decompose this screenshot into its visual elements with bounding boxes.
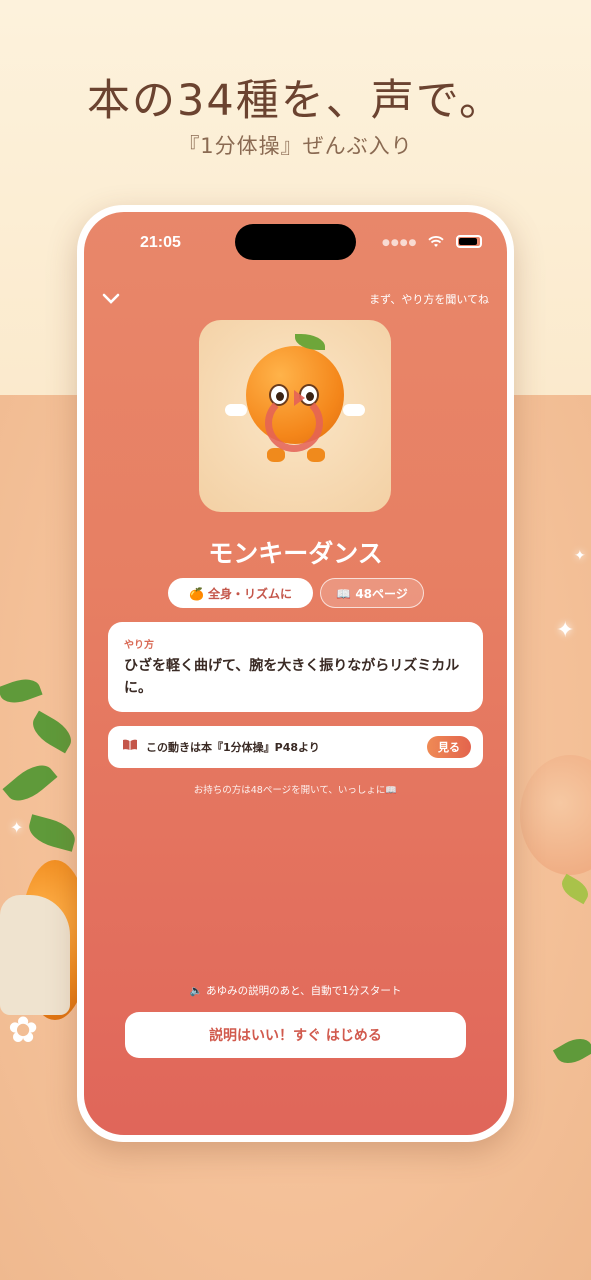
chevron-down-icon[interactable] [102,286,120,311]
howto-card: やり方 ひざを軽く曲げて、腕を大きく振りながらリズミカルに。 [108,622,483,712]
cloth-decoration [0,895,70,1015]
owner-hint: お持ちの方は48ページを開いて、いっしょに📖 [193,785,398,796]
book-reference-card: この動きは本『1分体操』P48より 見る [108,726,483,768]
listen-hint: まず、やり方を聞いてね [369,293,489,306]
exercise-title: モンキーダンス [208,539,383,568]
tag-page: 📖 48ページ [320,578,424,608]
replay-icon[interactable] [265,390,323,452]
app-screen: 21:05 ●●●● まず、やり方を聞いてね モンキーダンス 🍊 全身・リズムに… [84,212,507,1135]
character-arm [343,404,365,416]
book-reference-text: この動きは本『1分体操』P48より [146,741,320,754]
promo-headline: 本の34種を、声で。 [87,76,504,126]
flower-icon: ✿ [8,1010,39,1051]
start-now-button[interactable]: 説明はいい！すぐ はじめる [125,1012,466,1058]
character-arm [225,404,247,416]
howto-text: ひざを軽く曲げて、腕を大きく振りながらリズミカルに。 [124,658,460,696]
status-time: 21:05 [140,234,181,251]
character-foot [307,448,325,462]
status-icons: ●●●● [382,234,482,249]
book-icon [122,739,138,755]
tag-body-rhythm: 🍊 全身・リズムに [168,578,313,608]
sparkle-icon: ✦ [574,548,586,564]
promo-subhead: 『1分体操』ぜんぶ入り [178,134,413,158]
view-button[interactable]: 見る [427,736,471,758]
wifi-icon [427,234,448,249]
signal-icon: ●●●● [382,238,418,248]
howto-label: やり方 [124,640,154,651]
battery-icon [455,235,482,248]
dynamic-island [235,224,356,260]
exercise-character-image[interactable] [199,320,391,512]
sparkle-icon: ✦ [10,818,24,837]
sparkle-icon: ✦ [556,618,575,643]
auto-start-note: 🔈 あゆみの説明のあと、自動で1分スタート [189,985,402,997]
character-foot [267,448,285,462]
